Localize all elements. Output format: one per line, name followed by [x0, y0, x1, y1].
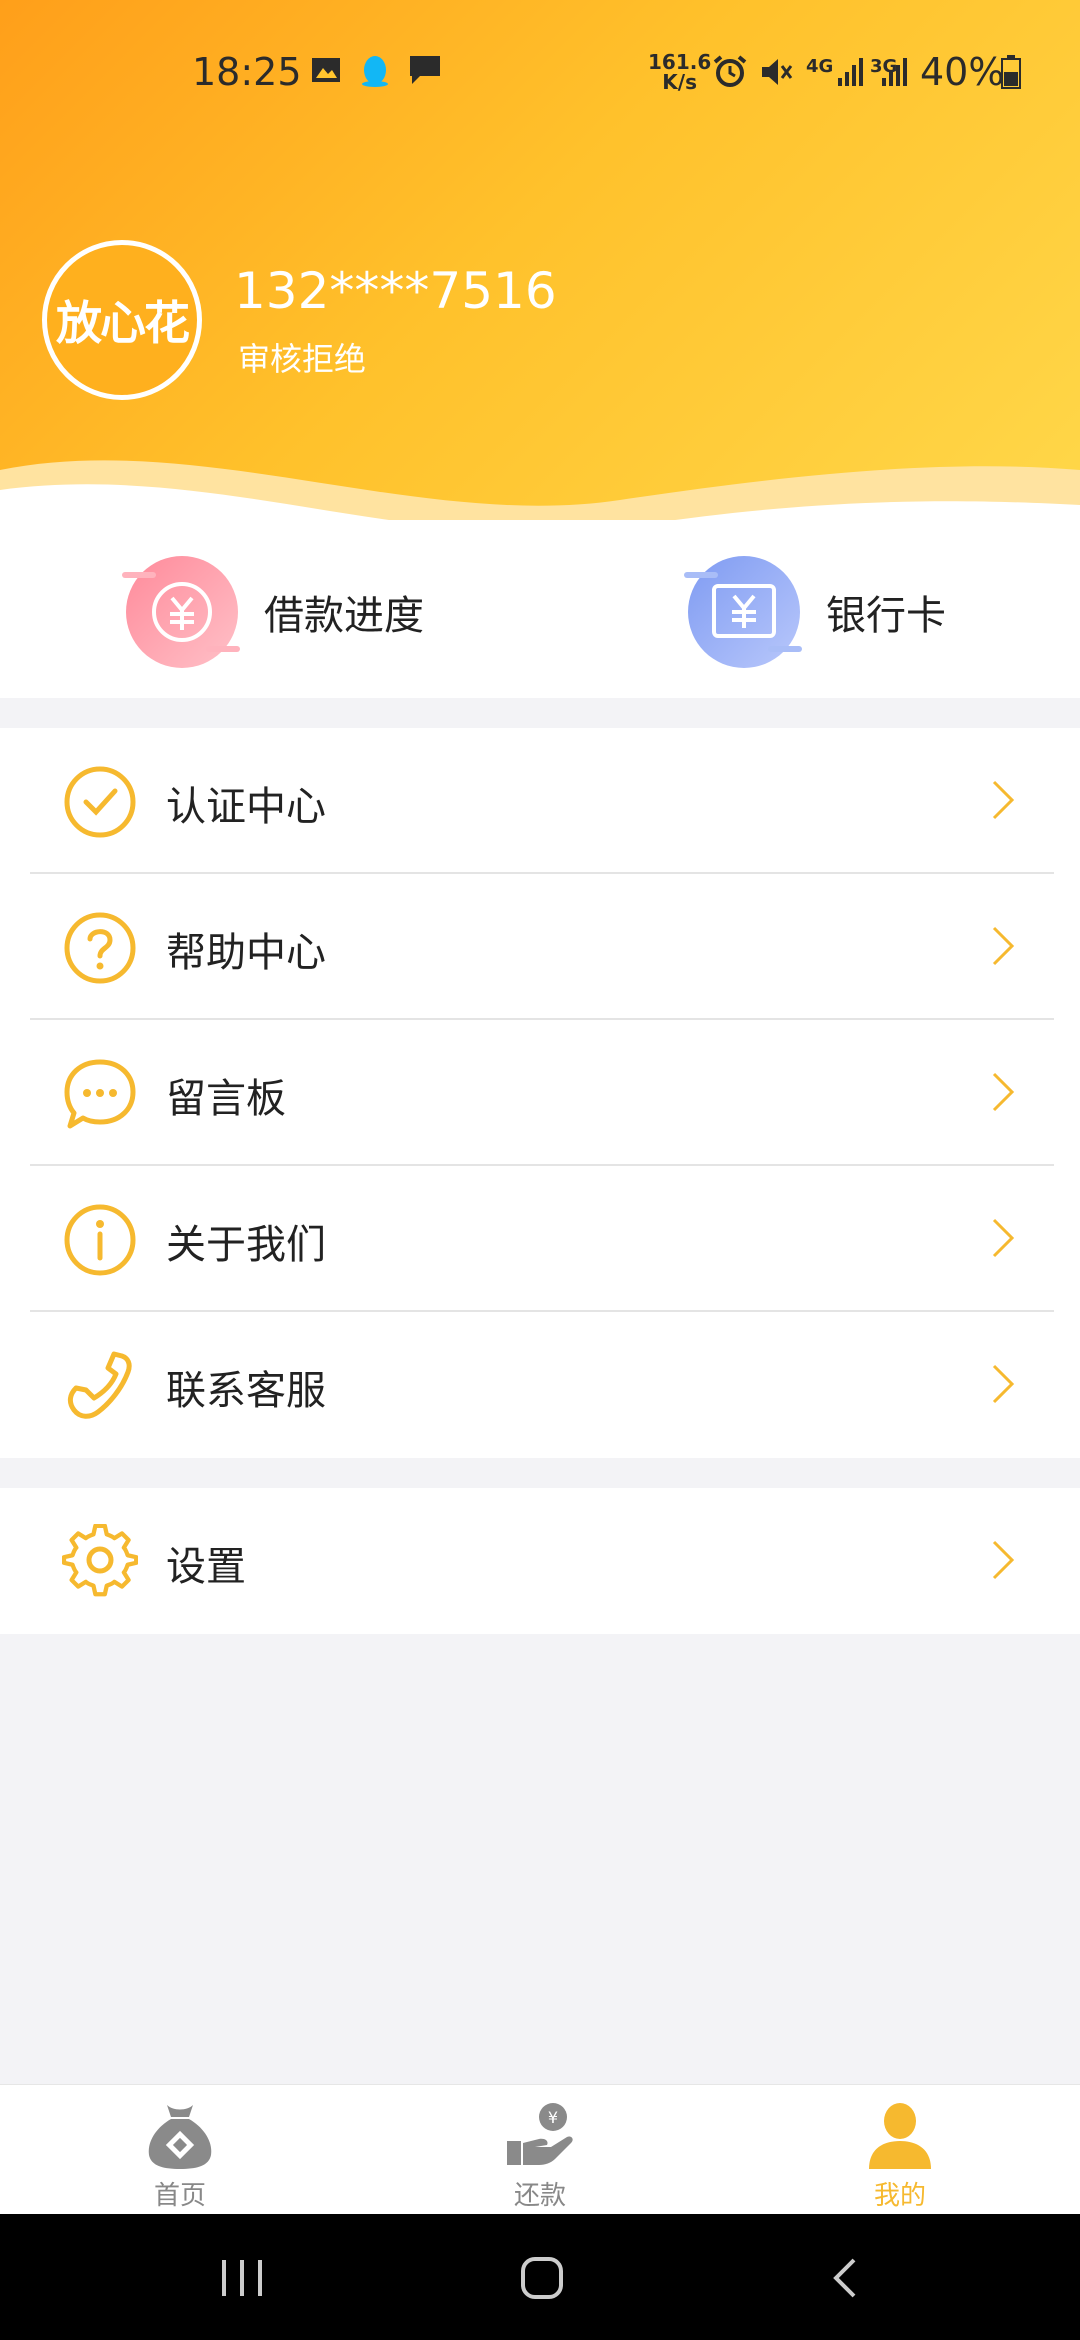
bottom-tab-bar: 首页 ¥ 还款 我的	[0, 2084, 1080, 2215]
loan-progress-button[interactable]: 借款进度	[122, 552, 424, 672]
menu-label: 帮助中心	[166, 930, 326, 976]
loan-progress-label: 借款进度	[264, 593, 424, 639]
menu-label: 设置	[166, 1544, 246, 1590]
repay-hand-icon: ¥	[507, 2103, 573, 2165]
menu-label: 认证中心	[166, 784, 326, 830]
chevron-right-icon	[992, 1072, 1015, 1112]
menu-label: 联系客服	[166, 1368, 326, 1414]
chevron-right-icon	[992, 926, 1015, 966]
mute-icon	[762, 59, 793, 85]
signal-icon-1	[838, 58, 863, 86]
menu-item-customer-service[interactable]: 联系客服	[0, 1312, 1080, 1458]
qq-icon	[362, 56, 388, 87]
menu-item-settings[interactable]: 设置	[0, 1488, 1080, 1634]
bank-card-button[interactable]: 银行卡	[684, 552, 946, 672]
bank-card-icon	[684, 556, 802, 668]
tab-label: 首页	[153, 2181, 206, 2211]
menu-item-about[interactable]: 关于我们	[0, 1166, 1080, 1312]
review-status: 审核拒绝	[238, 340, 367, 378]
money-bag-icon	[148, 2105, 212, 2169]
signal-icon-2	[882, 58, 907, 86]
alarm-icon	[713, 55, 747, 87]
info-icon	[64, 1204, 136, 1276]
status-time: 18:25	[192, 50, 302, 94]
loan-progress-icon	[122, 556, 240, 668]
menu-label: 留言板	[166, 1076, 286, 1122]
tab-label: 还款	[513, 2181, 566, 2211]
image-icon	[312, 58, 340, 82]
battery-level: 40%	[920, 50, 1005, 94]
tab-mine[interactable]: 我的	[800, 2101, 1000, 2212]
chevron-right-icon	[992, 1540, 1015, 1580]
question-icon	[64, 912, 136, 984]
battery-icon	[1001, 55, 1021, 89]
chat-bubble-icon	[64, 1059, 136, 1129]
gear-icon	[62, 1524, 138, 1597]
home-icon[interactable]	[520, 2256, 564, 2300]
menu-item-help[interactable]: 帮助中心	[0, 874, 1080, 1020]
menu-label: 关于我们	[166, 1222, 326, 1268]
menu-group-settings: 设置	[0, 1488, 1080, 1634]
tab-repay[interactable]: ¥ 还款	[440, 2101, 640, 2212]
network-4g: 4G	[806, 56, 834, 77]
user-icon	[869, 2103, 931, 2169]
tab-home[interactable]: 首页	[80, 2101, 280, 2212]
recent-apps-icon[interactable]	[220, 2258, 264, 2298]
message-icon	[410, 56, 440, 84]
bank-card-label: 银行卡	[826, 593, 946, 639]
chevron-right-icon	[992, 780, 1015, 820]
chevron-right-icon	[992, 1218, 1015, 1258]
phone-icon	[67, 1351, 132, 1419]
chevron-right-icon	[992, 1364, 1015, 1404]
menu-item-verification[interactable]: 认证中心	[0, 728, 1080, 874]
menu-item-message-board[interactable]: 留言板	[0, 1020, 1080, 1166]
tab-label: 我的	[873, 2181, 926, 2211]
app-logo-text: 放心花	[56, 296, 190, 350]
network-speed: 161.6 K/s	[648, 50, 712, 94]
system-nav-bar	[0, 2214, 1080, 2340]
menu-group-main: 认证中心 帮助中心 留言板 关于我们 联系客服	[0, 728, 1080, 1458]
avatar[interactable]: 放心花	[42, 240, 202, 400]
back-icon[interactable]	[830, 2256, 860, 2300]
profile-header: 18:25 161.6 K/s 4G 3G 40% 放心花 132****751…	[0, 0, 1080, 540]
user-phone: 132****7516	[234, 262, 557, 320]
quick-actions: 借款进度 银行卡	[0, 520, 1080, 698]
status-bar: 18:25 161.6 K/s 4G 3G 40%	[0, 40, 1080, 110]
check-circle-icon	[64, 766, 136, 838]
svg-text:¥: ¥	[548, 2108, 558, 2127]
